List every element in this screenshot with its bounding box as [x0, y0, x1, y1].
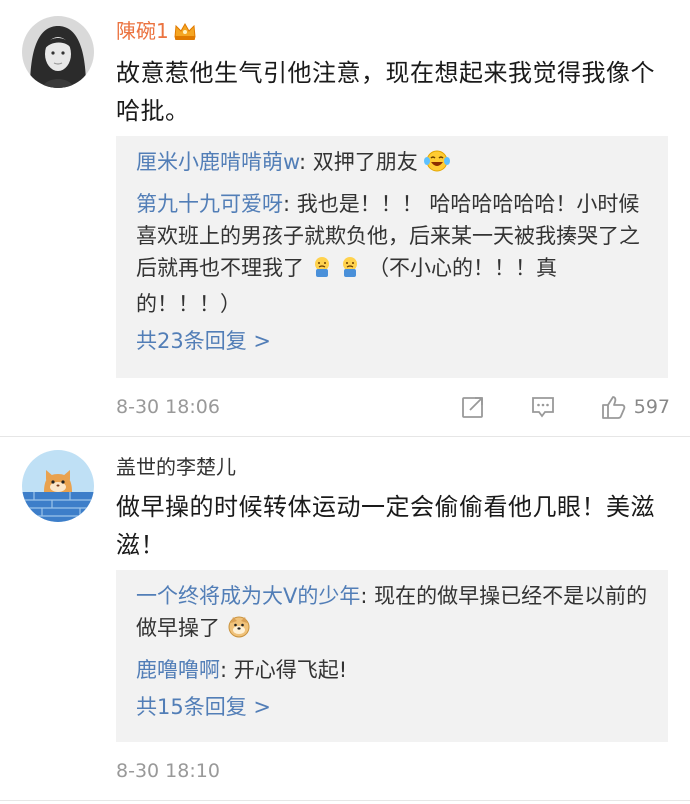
comment-footer: 8-30 18:06 597: [116, 392, 670, 422]
reply-username[interactable]: 一个终将成为大V的少年: [136, 584, 360, 608]
repost-button[interactable]: [460, 394, 486, 420]
laugh-cry-emoji-icon: [424, 149, 451, 182]
divider: [0, 436, 690, 437]
reply-username[interactable]: 第九十九可爱呀: [136, 192, 283, 216]
divider: [0, 800, 690, 801]
avatar[interactable]: [22, 450, 94, 522]
more-replies-link[interactable]: 共23条回复 >: [136, 326, 648, 356]
comment-text: 做早操的时候转体运动一定会偷偷看他几眼！美滋滋！: [116, 493, 655, 559]
reply-button[interactable]: [530, 394, 556, 420]
reply-item[interactable]: 厘米小鹿啃啃萌w: 双押了朋友: [136, 146, 648, 182]
crying-emoji-icon: [311, 255, 333, 288]
reply-item[interactable]: 第九十九可爱呀: 我也是！！！ 哈哈哈哈哈哈！小时候喜欢班上的男孩子就欺负他，后…: [136, 188, 648, 320]
reply-box[interactable]: 一个终将成为大V的少年: 现在的做早操已经不是以前的做早操了 鹿噜噜啊: 开心得…: [116, 570, 668, 742]
reply-text: : 双押了朋友: [299, 150, 418, 174]
comment-username[interactable]: 盖世的李楚儿: [116, 454, 236, 480]
reply-box[interactable]: 厘米小鹿啃啃萌w: 双押了朋友 第九十九可爱呀: 我也是！！！ 哈哈哈哈哈哈！小…: [116, 136, 668, 378]
doge-emoji-icon: [227, 615, 251, 648]
reply-item[interactable]: 一个终将成为大V的少年: 现在的做早操已经不是以前的做早操了: [136, 580, 648, 648]
like-button[interactable]: 597: [600, 394, 670, 420]
reply-item[interactable]: 鹿噜噜啊: 开心得飞起!: [136, 654, 648, 686]
reply-text: : 开心得飞起!: [220, 658, 348, 682]
crying-emoji-icon: [339, 255, 361, 288]
comment-username[interactable]: 陳碗1: [116, 18, 197, 44]
comment-footer: 8-30 18:10: [116, 756, 670, 786]
comment-time: 8-30 18:06: [116, 396, 220, 418]
reply-username[interactable]: 鹿噜噜啊: [136, 658, 220, 682]
comment-time: 8-30 18:10: [116, 760, 220, 782]
like-count: 597: [633, 396, 670, 418]
thumbs-up-icon: [601, 396, 626, 419]
avatar[interactable]: [22, 16, 94, 88]
comment-icon: [531, 397, 554, 418]
vip-crown-icon: [173, 21, 197, 41]
reply-username[interactable]: 厘米小鹿啃啃萌w: [136, 150, 299, 174]
repost-icon: [461, 397, 483, 418]
comment-text: 故意惹他生气引他注意，现在想起来我觉得我像个哈批。: [116, 59, 655, 125]
more-replies-link[interactable]: 共15条回复 >: [136, 692, 648, 722]
